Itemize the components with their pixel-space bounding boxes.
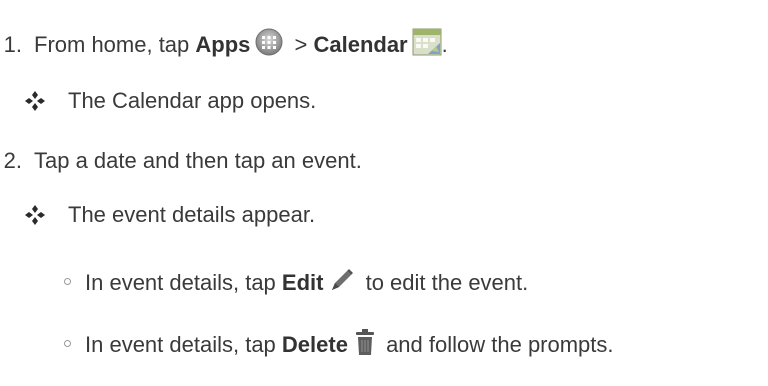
step-1-result: The Calendar app opens.	[24, 84, 316, 118]
calendar-label: Calendar	[313, 32, 408, 57]
step-text: From home, tap	[34, 32, 196, 57]
calendar-icon	[412, 27, 442, 63]
result-text: The event details appear.	[68, 202, 316, 227]
bullet-text: In event details, tap	[85, 270, 282, 295]
result-text: The Calendar app opens.	[68, 88, 317, 113]
step-1: 1. From home, tap Apps > Calendar .	[0, 28, 448, 62]
trash-icon	[354, 328, 376, 362]
delete-label: Delete	[281, 332, 348, 357]
apps-grid-icon	[254, 27, 284, 63]
bullet-delete: In event details, tap Delete and follow …	[64, 328, 614, 362]
bullet-text: In event details, tap	[85, 332, 282, 357]
step-number: 1.	[3, 32, 22, 57]
bullet-text-end: and follow the prompts.	[379, 332, 614, 357]
bullet-dot	[64, 277, 71, 285]
step-text: Tap a date and then tap an event.	[34, 148, 362, 173]
pencil-icon	[329, 267, 355, 299]
bullet-dot	[64, 339, 71, 347]
step-2: 2. Tap a date and then tap an event.	[0, 144, 362, 178]
separator: >	[288, 32, 314, 57]
result-marker-icon	[24, 90, 46, 112]
apps-label: Apps	[195, 32, 251, 57]
step-2-result: The event details appear.	[24, 198, 315, 232]
bullet-edit: In event details, tap Edit to edit the e…	[64, 266, 528, 300]
step-number: 2.	[3, 148, 22, 173]
bullet-text-end: to edit the event.	[359, 270, 529, 295]
edit-label: Edit	[281, 270, 324, 295]
period: .	[441, 32, 448, 57]
result-marker-icon	[24, 204, 46, 226]
